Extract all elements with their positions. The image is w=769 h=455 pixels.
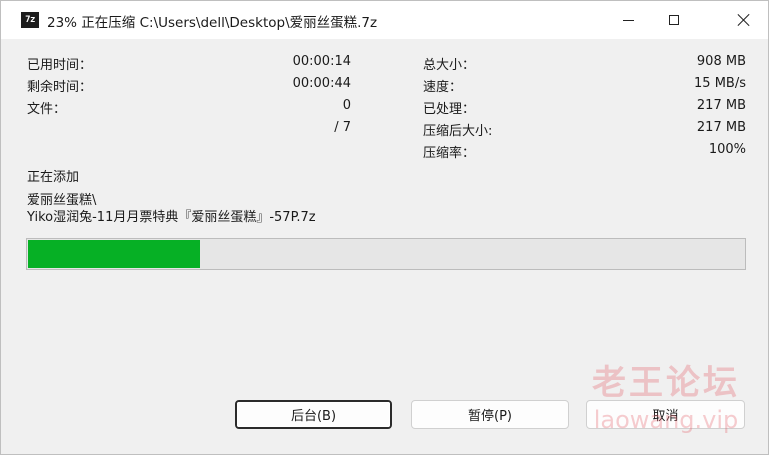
watermark-cn: 老王论坛 xyxy=(592,363,740,403)
maximize-icon xyxy=(669,15,679,25)
remaining-time-value: 00:00:44 xyxy=(292,76,351,91)
compression-dialog: 7z 23% 正在压缩 C:\Users\dell\Desktop\爱丽丝蛋糕.… xyxy=(0,0,769,455)
speed-label: 速度： xyxy=(423,80,463,95)
files-total-value: / 7 xyxy=(334,120,351,135)
files-value: 0 xyxy=(342,98,351,113)
minimize-button[interactable] xyxy=(605,1,651,39)
compressed-size-label: 压缩后大小: xyxy=(423,124,493,139)
cancel-button[interactable]: 取消 xyxy=(586,400,745,429)
compression-ratio-label: 压缩率： xyxy=(423,146,476,161)
close-icon xyxy=(737,13,751,27)
files-label: 文件： xyxy=(27,102,67,117)
speed-value: 15 MB/s xyxy=(694,76,746,91)
7zip-icon: 7z xyxy=(21,12,39,28)
close-button[interactable] xyxy=(721,1,767,39)
compressed-size-value: 217 MB xyxy=(696,120,746,135)
elapsed-time-label: 已用时间： xyxy=(27,58,93,73)
remaining-time-label: 剩余时间： xyxy=(27,80,93,95)
title-bar[interactable]: 7z 23% 正在压缩 C:\Users\dell\Desktop\爱丽丝蛋糕.… xyxy=(1,1,768,39)
background-button[interactable]: 后台(B) xyxy=(235,400,392,429)
minimize-icon xyxy=(622,19,634,21)
total-size-value: 908 MB xyxy=(696,54,746,69)
processed-label: 已处理： xyxy=(423,102,476,117)
elapsed-time-value: 00:00:14 xyxy=(292,54,351,69)
compression-ratio-value: 100% xyxy=(708,142,746,157)
total-size-label: 总大小： xyxy=(423,58,476,73)
window-title: 23% 正在压缩 C:\Users\dell\Desktop\爱丽丝蛋糕.7z xyxy=(47,15,378,31)
pause-button[interactable]: 暂停(P) xyxy=(411,400,569,429)
status-heading: 正在添加 xyxy=(27,170,80,185)
processed-value: 217 MB xyxy=(696,98,746,113)
current-file: Yiko湿润兔-11月月票特典『爱丽丝蛋糕』-57P.7z xyxy=(27,210,316,225)
maximize-button[interactable] xyxy=(651,1,697,39)
progress-fill xyxy=(28,240,200,268)
progress-bar xyxy=(26,238,746,270)
